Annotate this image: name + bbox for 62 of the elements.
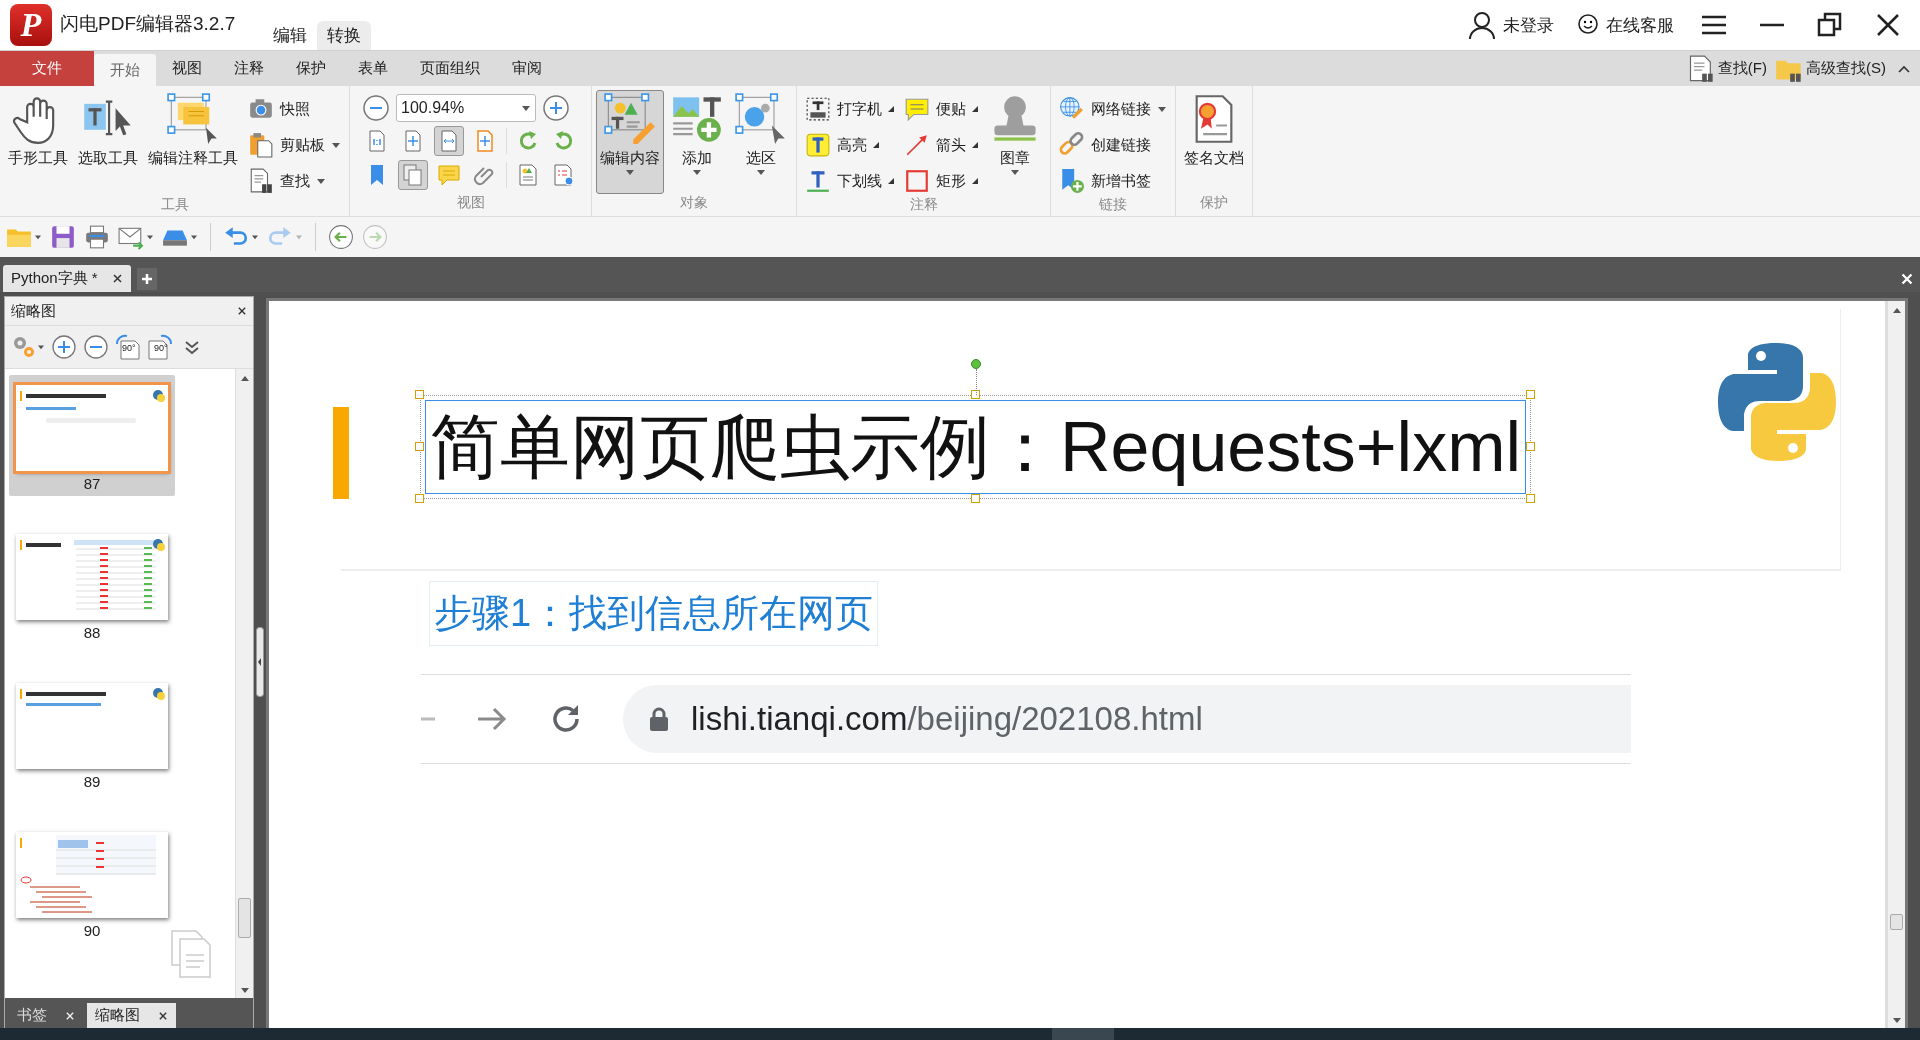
rotation-label: 90° [154,343,168,353]
panel-title: 缩略图 [11,301,56,321]
ribbon-tab[interactable]: 表单 [342,51,404,86]
group-label: 对象 [679,194,709,212]
ribbon-button[interactable]: 矩形 [904,166,978,196]
zoom-field[interactable]: 100.94% [396,94,536,122]
ribbon-button[interactable]: 箭头 [904,130,978,160]
search-button[interactable]: 高级查找(S) [1775,54,1886,83]
group-label: 工具 [159,196,190,214]
ribbon-tab[interactable]: 注释 [218,51,280,86]
url-text: lishi.tianqi.com/beijing/202108.html [691,700,1203,738]
ribbon-button[interactable]: 新增书签 [1059,166,1167,196]
page-number: 87 [83,475,101,492]
ribbon-button[interactable]: 剪贴板 [248,130,341,160]
app-logo: P [10,4,52,46]
page-number: 89 [83,773,101,790]
context-tab[interactable]: 编辑 [263,21,318,50]
page-number: 88 [83,624,101,641]
ribbon-tab[interactable]: 开始 [94,54,156,86]
ribbon-button[interactable]: 签名文档 [1180,90,1248,194]
ribbon-button[interactable]: 手形工具 [4,90,72,196]
ribbon-button[interactable]: 添加 [666,90,728,194]
context-tab[interactable]: 转换 [317,21,372,50]
window-title: 闪电PDF编辑器3.2.7 [60,12,236,36]
zoom-value: 100.94% [401,99,465,117]
panel-tab[interactable]: 书签 [9,1003,83,1028]
ribbon-button[interactable]: 编辑注释工具 [144,90,242,196]
ribbon-button[interactable]: 编辑内容 [596,90,664,194]
ribbon-tab[interactable]: 视图 [156,51,218,86]
group-label: 视图 [455,194,486,212]
page-thumbnail[interactable]: 90 [9,822,175,943]
ribbon-button[interactable]: 打字机 [805,94,894,124]
page-number: 90 [83,922,101,939]
ribbon-button[interactable]: 下划线 [805,166,894,196]
group-label: 注释 [908,196,939,214]
ribbon-button[interactable]: 快照 [248,94,341,124]
ribbon-button[interactable]: 高亮 [805,130,894,160]
ribbon-button[interactable]: 创建链接 [1059,130,1167,160]
panel-tab[interactable]: 缩略图 [87,1003,176,1028]
ribbon-button[interactable]: 便贴 [904,94,978,124]
ribbon-tab[interactable]: 页面组织 [404,51,496,86]
document-tab[interactable]: Python字典 * [3,265,131,292]
group-label: 保护 [1199,194,1229,212]
search-button[interactable]: 查找(F) [1686,54,1767,83]
step-heading: 步骤1：找到信息所在网页 [429,581,879,646]
rotation-label: 90° [122,343,136,353]
panel-tool-button[interactable]: 90° [115,334,141,360]
ribbon-button[interactable]: 网络链接 [1059,94,1167,124]
page-thumbnail[interactable]: 88 [9,524,175,645]
page-thumbnail[interactable]: 87 [9,375,175,496]
file-menu-tab[interactable]: 文件 [0,51,94,86]
ribbon-tab[interactable]: 保护 [280,51,342,86]
ribbon-button[interactable]: 查找 [248,166,341,196]
group-label: 链接 [1098,196,1128,214]
account-button[interactable]: 未登录 [1467,10,1554,40]
ribbon-button[interactable]: 选取工具 [74,90,142,196]
support-button[interactable]: 在线客服 [1576,13,1674,37]
page-thumbnail[interactable]: 89 [9,673,175,794]
ribbon-button[interactable]: 图章 [984,90,1046,196]
ribbon-button[interactable]: 选区 [730,90,792,194]
panel-tool-button[interactable]: 90° [147,334,173,360]
ribbon-tab[interactable]: 审阅 [496,51,558,86]
